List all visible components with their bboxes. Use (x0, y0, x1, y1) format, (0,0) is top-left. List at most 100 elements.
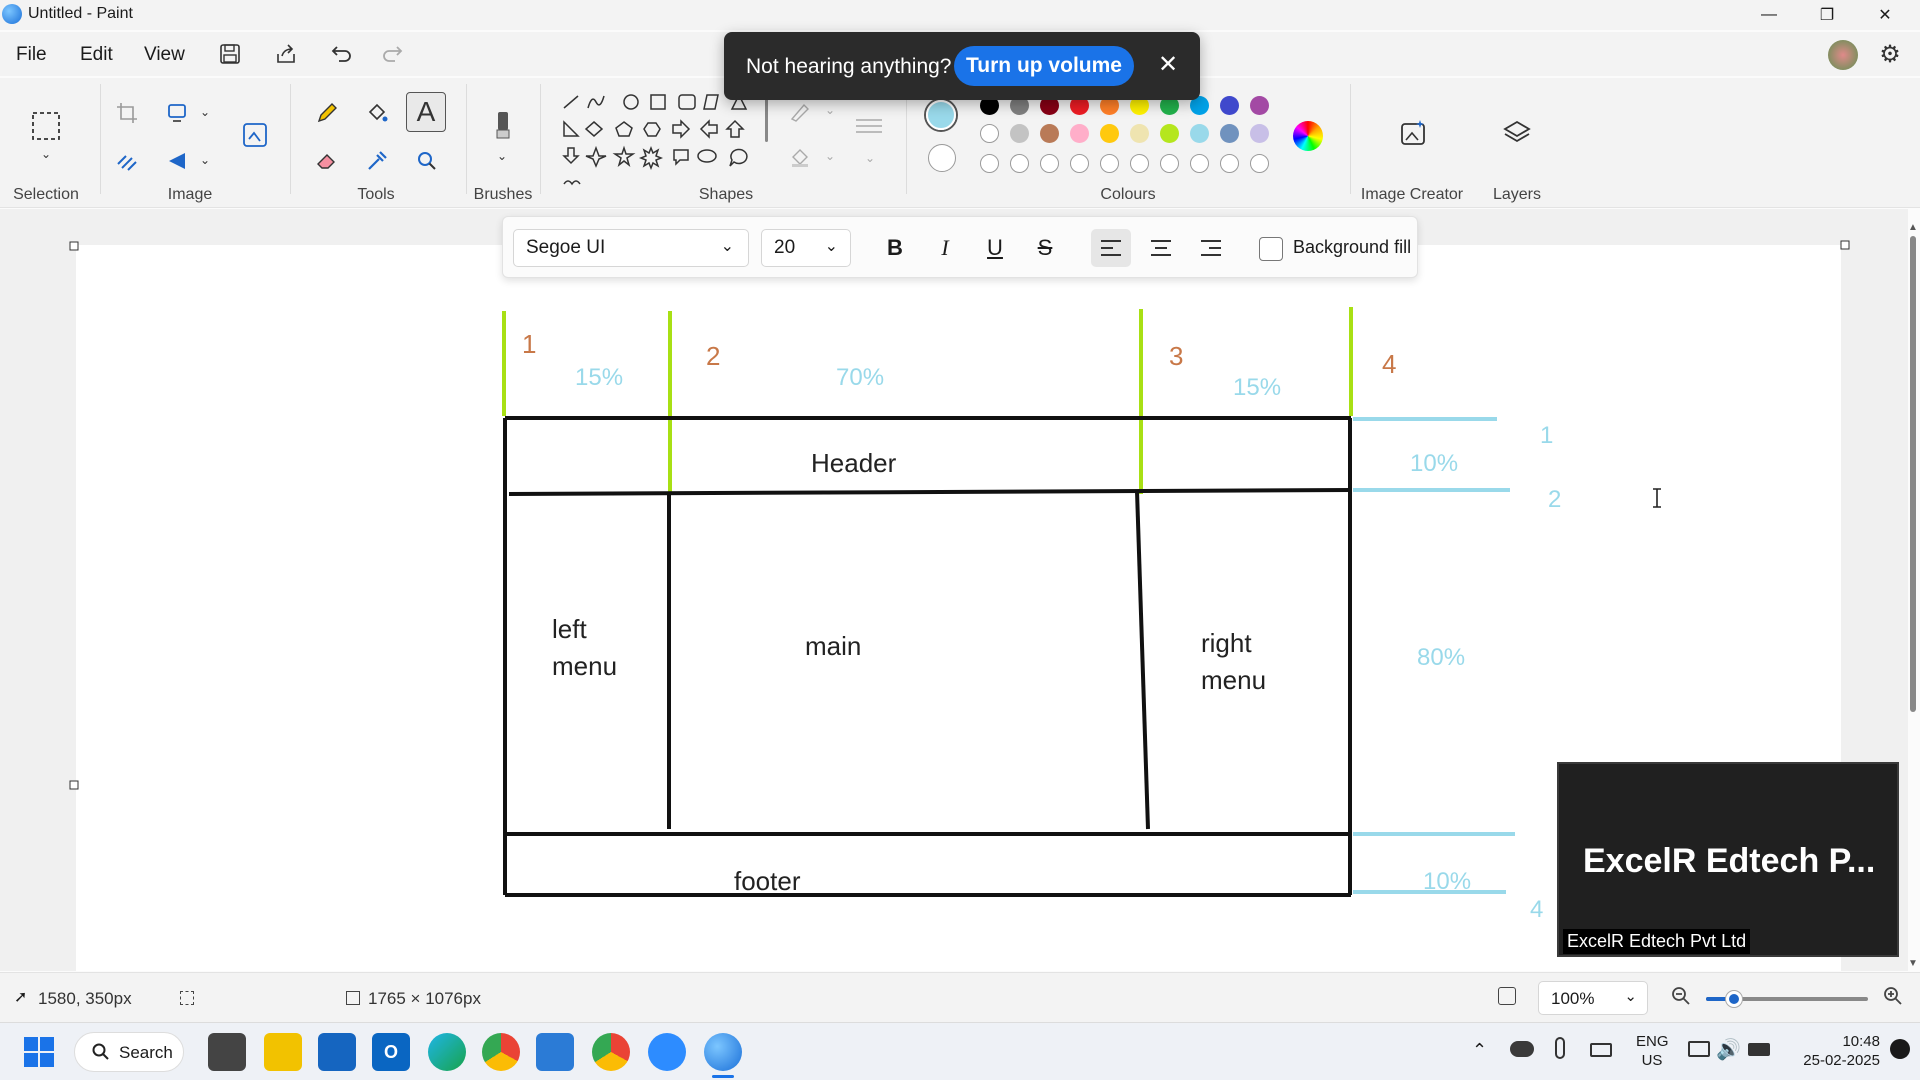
tray-overflow-chevron-icon[interactable]: ⌃ (1472, 1040, 1487, 1061)
palette-color-swatch[interactable] (980, 124, 999, 143)
vscode-icon[interactable] (536, 1033, 574, 1071)
onedrive-icon[interactable] (1510, 1041, 1534, 1057)
zoom-in-icon[interactable] (1882, 985, 1904, 1007)
canvas-resize-handle[interactable] (69, 780, 79, 790)
notification-bell-icon[interactable] (1890, 1039, 1910, 1059)
resize-dropdown-chevron-icon[interactable]: ⌄ (196, 102, 214, 122)
file-explorer-icon[interactable] (264, 1033, 302, 1071)
custom-color-slot[interactable] (1160, 154, 1179, 173)
paint-taskbar-icon[interactable] (704, 1033, 742, 1071)
menu-edit[interactable]: Edit (80, 44, 113, 66)
zoom-app-icon[interactable] (648, 1033, 686, 1071)
clock[interactable]: 10:48 25-02-2025 (1784, 1032, 1880, 1070)
zoom-slider[interactable] (1706, 991, 1868, 1007)
custom-color-slot[interactable] (1070, 154, 1089, 173)
fill-style-icon[interactable] (786, 144, 814, 172)
custom-color-slot[interactable] (1250, 154, 1269, 173)
background-fill-checkbox[interactable] (1259, 237, 1283, 261)
redo-icon[interactable] (378, 40, 406, 68)
edge-browser-icon[interactable] (428, 1033, 466, 1071)
canvas-resize-handle[interactable] (69, 241, 79, 251)
palette-color-swatch[interactable] (1220, 96, 1239, 115)
custom-color-slot[interactable] (1220, 154, 1239, 173)
scrollbar-thumb[interactable] (1910, 236, 1916, 712)
account-avatar[interactable] (1828, 40, 1858, 70)
minimize-button[interactable]: — (1740, 0, 1798, 30)
custom-color-slot[interactable] (1190, 154, 1209, 173)
edit-colors-icon[interactable] (1290, 118, 1326, 154)
custom-color-slot[interactable] (1100, 154, 1119, 173)
palette-color-swatch[interactable] (1040, 124, 1059, 143)
palette-color-swatch[interactable] (1130, 124, 1149, 143)
microphone-icon[interactable] (1555, 1037, 1565, 1059)
fill-bucket-icon[interactable] (362, 98, 392, 128)
palette-color-swatch[interactable] (1250, 124, 1269, 143)
font-family-dropdown[interactable]: Segoe UI ⌄ (513, 229, 749, 267)
menu-view[interactable]: View (144, 44, 185, 66)
scroll-up-arrow-icon[interactable]: ▲ (1908, 222, 1918, 233)
turn-up-volume-button[interactable]: Turn up volume (954, 46, 1134, 86)
size-lines-icon[interactable] (852, 114, 886, 142)
scroll-down-arrow-icon[interactable]: ▼ (1908, 958, 1918, 969)
flip-dropdown-chevron-icon[interactable]: ⌄ (196, 150, 214, 170)
settings-gear-icon[interactable]: ⚙ (1876, 40, 1904, 68)
palette-color-swatch[interactable] (1160, 124, 1179, 143)
outlook-icon[interactable]: O (372, 1033, 410, 1071)
select-all-icon[interactable] (114, 148, 140, 174)
microsoft-store-icon[interactable] (318, 1033, 356, 1071)
menu-file[interactable]: File (16, 44, 47, 66)
zoom-out-icon[interactable] (1670, 985, 1692, 1007)
custom-color-slot[interactable] (1010, 154, 1029, 173)
fill-dropdown-chevron-icon[interactable]: ⌄ (822, 146, 838, 166)
start-button-icon[interactable] (24, 1037, 54, 1067)
magnifier-icon[interactable] (412, 146, 442, 176)
brushes-dropdown-chevron-icon[interactable]: ⌄ (492, 148, 512, 164)
font-size-dropdown[interactable]: 20 ⌄ (761, 229, 851, 267)
palette-color-swatch[interactable] (1100, 124, 1119, 143)
custom-color-slot[interactable] (1040, 154, 1059, 173)
language-indicator[interactable]: ENG US (1636, 1032, 1669, 1070)
chrome-icon[interactable] (482, 1033, 520, 1071)
align-left-button[interactable] (1091, 229, 1131, 267)
eraser-icon[interactable] (312, 146, 342, 176)
align-center-button[interactable] (1141, 229, 1181, 267)
palette-color-swatch[interactable] (1250, 96, 1269, 115)
align-right-button[interactable] (1191, 229, 1231, 267)
layers-icon[interactable] (1500, 116, 1534, 150)
volume-icon[interactable]: 🔊 (1716, 1037, 1741, 1062)
italic-button[interactable]: I (925, 229, 965, 267)
custom-color-slot[interactable] (1130, 154, 1149, 173)
underline-button[interactable]: U (975, 229, 1015, 267)
primary-color-swatch[interactable] (924, 98, 958, 132)
canvas-resize-handle[interactable] (1840, 240, 1850, 250)
resize-icon[interactable] (164, 100, 190, 126)
vertical-scrollbar[interactable]: ▲ ▼ (1906, 222, 1920, 974)
toast-close-icon[interactable]: ✕ (1158, 50, 1178, 79)
network-icon[interactable] (1688, 1041, 1710, 1057)
zoom-slider-thumb[interactable] (1726, 991, 1742, 1007)
flip-icon[interactable] (164, 148, 190, 174)
shapes-gallery[interactable] (558, 92, 768, 188)
size-dropdown-chevron-icon[interactable]: ⌄ (862, 150, 878, 166)
secondary-color-swatch[interactable] (928, 144, 956, 172)
maximize-button[interactable]: ❐ (1798, 0, 1856, 30)
palette-color-swatch[interactable] (1010, 124, 1029, 143)
palette-color-swatch[interactable] (1220, 124, 1239, 143)
strikethrough-button[interactable]: S (1025, 229, 1065, 267)
zoom-dropdown[interactable]: 100% ⌄ (1538, 981, 1648, 1015)
taskbar-search[interactable]: Search (74, 1032, 184, 1072)
custom-color-slot[interactable] (980, 154, 999, 173)
fit-to-window-icon[interactable] (1498, 987, 1516, 1005)
share-icon[interactable] (272, 40, 300, 68)
crop-icon[interactable] (114, 100, 140, 126)
bold-button[interactable]: B (875, 229, 915, 267)
task-view-icon[interactable] (208, 1033, 246, 1071)
selection-tool-icon[interactable] (28, 108, 64, 144)
undo-icon[interactable] (328, 40, 356, 68)
text-tool-icon[interactable]: A (406, 92, 446, 132)
battery-icon[interactable] (1748, 1043, 1770, 1056)
brush-icon[interactable] (486, 108, 520, 144)
color-picker-icon[interactable] (362, 146, 392, 176)
selection-dropdown-chevron-icon[interactable]: ⌄ (36, 146, 56, 162)
keyboard-icon[interactable] (1590, 1043, 1612, 1057)
